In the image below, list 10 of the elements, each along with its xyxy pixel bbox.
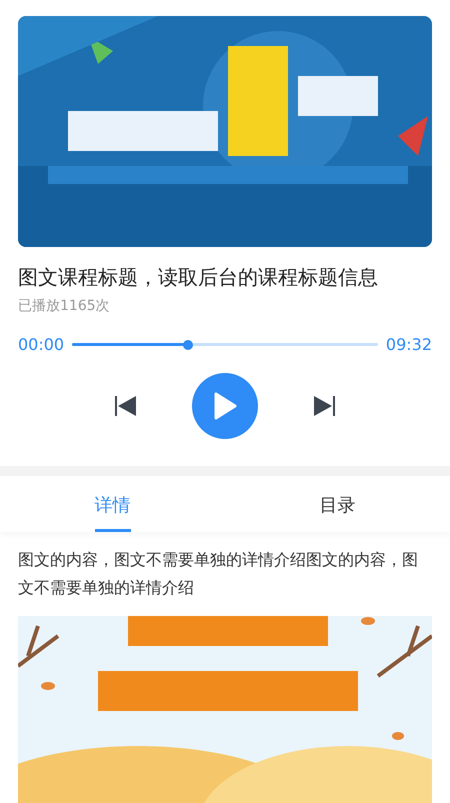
- detail-text: 图文的内容，图文不需要单独的详情介绍图文的内容，图文不需要单独的详情介绍: [17, 549, 419, 599]
- course-title: 图文课程标题，读取后台的课程标题信息: [18, 264, 379, 291]
- current-time: 00:00: [18, 335, 64, 354]
- slider-thumb[interactable]: [183, 340, 194, 350]
- next-icon[interactable]: [313, 396, 335, 416]
- total-time: 09:32: [386, 335, 432, 354]
- tab[interactable]: 目录: [320, 476, 356, 532]
- play-count: 已播放1165次: [18, 297, 111, 315]
- play-icon: [213, 392, 237, 420]
- previous-icon[interactable]: [115, 396, 137, 416]
